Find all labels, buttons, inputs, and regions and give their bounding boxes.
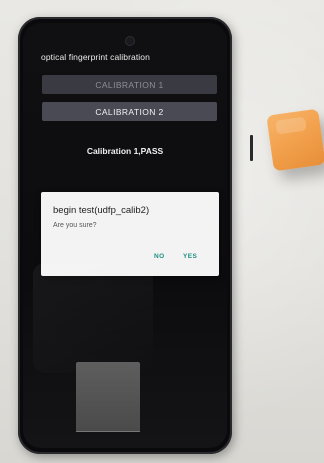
dialog-title: begin test(udfp_calib2) xyxy=(53,205,150,216)
calibration-2-button[interactable]: CALIBRATION 2 xyxy=(42,102,217,121)
calibration-1-button[interactable]: CALIBRATION 1 xyxy=(42,75,217,94)
front-camera-icon xyxy=(126,37,134,45)
calibration-status-text: Calibration 1,PASS xyxy=(86,146,164,156)
orange-cube-object xyxy=(266,108,324,172)
app-title: optical fingerprint calibration xyxy=(41,52,150,62)
dialog-yes-button[interactable]: YES xyxy=(183,253,197,260)
screen-reflection xyxy=(33,263,153,373)
test-fixture-block xyxy=(76,362,140,432)
photo-scene: optical fingerprint calibration CALIBRAT… xyxy=(0,0,324,463)
dialog-no-button[interactable]: NO xyxy=(154,253,165,260)
phone-side-button xyxy=(250,135,253,161)
dialog-message: Are you sure? xyxy=(53,222,97,229)
